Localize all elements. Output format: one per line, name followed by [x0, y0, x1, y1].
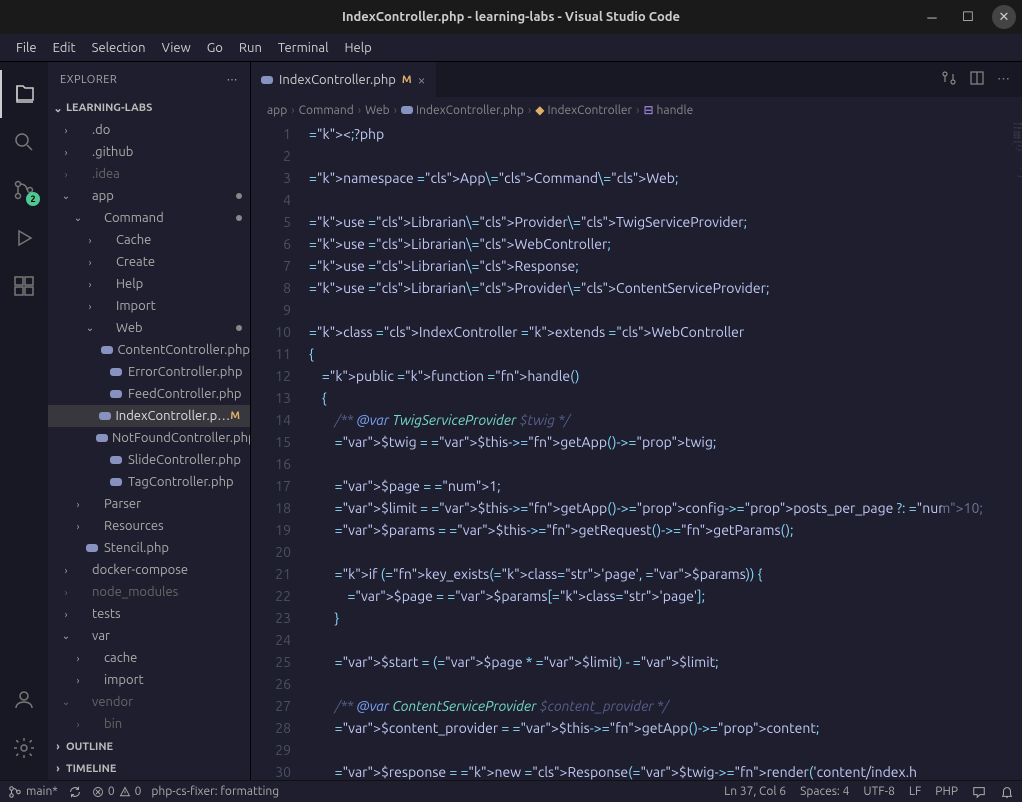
close-button[interactable]: ✕ — [992, 5, 1016, 29]
modified-indicator: M — [402, 74, 412, 86]
tabs: IndexController.php M × ⋯ — [251, 62, 1022, 97]
eol-status[interactable]: LF — [909, 785, 921, 799]
statusbar: main* 0 0 php-cs-fixer: formatting Ln 37… — [0, 780, 1022, 802]
sidebar: EXPLORER ⋯ ⌄LEARNING-LABS ›.do›.github›.… — [48, 62, 251, 780]
tree-item--do[interactable]: ›.do — [48, 119, 250, 141]
tree-item-notfoundcontroller-php[interactable]: NotFoundController.php — [48, 427, 250, 449]
menu-selection[interactable]: Selection — [84, 39, 154, 57]
tree-item-command[interactable]: ⌄Command — [48, 207, 250, 229]
menu-view[interactable]: View — [154, 39, 199, 57]
tree-item--github[interactable]: ›.github — [48, 141, 250, 163]
tree-item-resources[interactable]: ›Resources — [48, 515, 250, 537]
tree-item-slidecontroller-php[interactable]: SlideController.php — [48, 449, 250, 471]
php-file-icon — [261, 76, 273, 84]
outline-section[interactable]: ›OUTLINE — [48, 736, 250, 758]
menu-run[interactable]: Run — [231, 39, 270, 57]
menubar: FileEditSelectionViewGoRunTerminalHelp — [0, 34, 1022, 62]
sidebar-more-icon[interactable]: ⋯ — [227, 73, 239, 86]
tree-item-contentcontroller-php[interactable]: ContentController.php — [48, 339, 250, 361]
tree-item-indexcontroller-p-[interactable]: IndexController.p…M — [48, 405, 250, 427]
explorer-icon[interactable] — [0, 70, 48, 118]
tree-item-errorcontroller-php[interactable]: ErrorController.php — [48, 361, 250, 383]
tree-item-parser[interactable]: ›Parser — [48, 493, 250, 515]
activitybar: 2 — [0, 62, 48, 780]
formatter-status[interactable]: php-cs-fixer: formatting — [151, 785, 279, 798]
tree-item-var[interactable]: ⌄var — [48, 625, 250, 647]
minimap[interactable]: ="k"><;?php ="k">namespace ="cls">App\="… — [942, 123, 1022, 780]
tree-item-bin[interactable]: ›bin — [48, 713, 250, 735]
tree-item-help[interactable]: ›Help — [48, 273, 250, 295]
menu-file[interactable]: File — [8, 39, 45, 57]
search-icon[interactable] — [0, 118, 48, 166]
breadcrumb-item[interactable]: Web — [365, 104, 390, 117]
close-tab-icon[interactable]: × — [418, 72, 426, 88]
menu-help[interactable]: Help — [336, 39, 379, 57]
menu-terminal[interactable]: Terminal — [270, 39, 337, 57]
line-numbers: 1234567891011121314151617181920212223242… — [251, 123, 309, 780]
tree-item--idea[interactable]: ›.idea — [48, 163, 250, 185]
titlebar: IndexController.php - learning-labs - Vi… — [0, 0, 1022, 34]
language-status[interactable]: PHP — [935, 785, 958, 799]
notifications-icon[interactable] — [1000, 785, 1014, 799]
sidebar-title: EXPLORER ⋯ — [48, 62, 250, 97]
tree-item-create[interactable]: ›Create — [48, 251, 250, 273]
indentation-status[interactable]: Spaces: 4 — [800, 785, 849, 799]
tree-item-import[interactable]: ›import — [48, 669, 250, 691]
tree-item-app[interactable]: ⌄app — [48, 185, 250, 207]
breadcrumb-item[interactable]: app — [267, 104, 287, 117]
tree-item-import[interactable]: ›Import — [48, 295, 250, 317]
breadcrumb-item[interactable]: ⊟ handle — [643, 103, 693, 117]
editor-actions: ⋯ — [941, 62, 1022, 97]
breadcrumb[interactable]: app›Command›Web› IndexController.php›◆ I… — [251, 97, 1022, 123]
tree-item-stencil-php[interactable]: Stencil.php — [48, 537, 250, 559]
compare-changes-icon[interactable] — [941, 70, 957, 89]
tab-indexcontroller[interactable]: IndexController.php M × — [251, 62, 437, 97]
minimize-button[interactable]: ─ — [920, 5, 944, 29]
tree-item-docker-compose[interactable]: ›docker-compose — [48, 559, 250, 581]
window-title: IndexController.php - learning-labs - Vi… — [342, 10, 680, 24]
tree-item-vendor[interactable]: ⌄vendor — [48, 691, 250, 713]
debug-icon[interactable] — [0, 214, 48, 262]
encoding-status[interactable]: UTF-8 — [863, 785, 894, 799]
tree-item-node-modules[interactable]: ›node_modules — [48, 581, 250, 603]
tree-item-tagcontroller-php[interactable]: TagController.php — [48, 471, 250, 493]
branch-status[interactable]: main* — [8, 785, 58, 799]
tree-item-feedcontroller-php[interactable]: FeedController.php — [48, 383, 250, 405]
tree-item-cache[interactable]: ›cache — [48, 647, 250, 669]
tree-item-tests[interactable]: ›tests — [48, 603, 250, 625]
maximize-button[interactable]: ☐ — [956, 5, 980, 29]
tree-item-web[interactable]: ⌄Web — [48, 317, 250, 339]
file-tree: ›.do›.github›.idea⌄app⌄Command›Cache›Cre… — [48, 119, 250, 736]
menu-edit[interactable]: Edit — [45, 39, 84, 57]
tree-item-cache[interactable]: ›Cache — [48, 229, 250, 251]
extensions-icon[interactable] — [0, 262, 48, 310]
menu-go[interactable]: Go — [199, 39, 231, 57]
more-actions-icon[interactable]: ⋯ — [997, 72, 1010, 87]
sync-icon[interactable] — [68, 785, 82, 799]
cursor-position[interactable]: Ln 37, Col 6 — [724, 785, 786, 799]
settings-icon[interactable] — [0, 724, 48, 772]
scm-badge: 2 — [26, 192, 40, 206]
account-icon[interactable] — [0, 676, 48, 724]
problems-status[interactable]: 0 0 — [92, 785, 142, 798]
code-content[interactable]: ="k"><;?php ="k">namespace ="cls">App\="… — [309, 123, 1022, 780]
breadcrumb-item[interactable]: Command — [299, 104, 354, 117]
breadcrumb-item[interactable]: IndexController.php — [401, 104, 524, 117]
source-control-icon[interactable]: 2 — [0, 166, 48, 214]
timeline-section[interactable]: ›TIMELINE — [48, 758, 250, 780]
split-editor-icon[interactable] — [969, 70, 985, 89]
editor: IndexController.php M × ⋯ app›Command›We… — [251, 62, 1022, 780]
breadcrumb-item[interactable]: ◆ IndexController — [535, 103, 632, 117]
workspace-section[interactable]: ⌄LEARNING-LABS — [48, 97, 250, 119]
feedback-icon[interactable] — [972, 785, 986, 799]
